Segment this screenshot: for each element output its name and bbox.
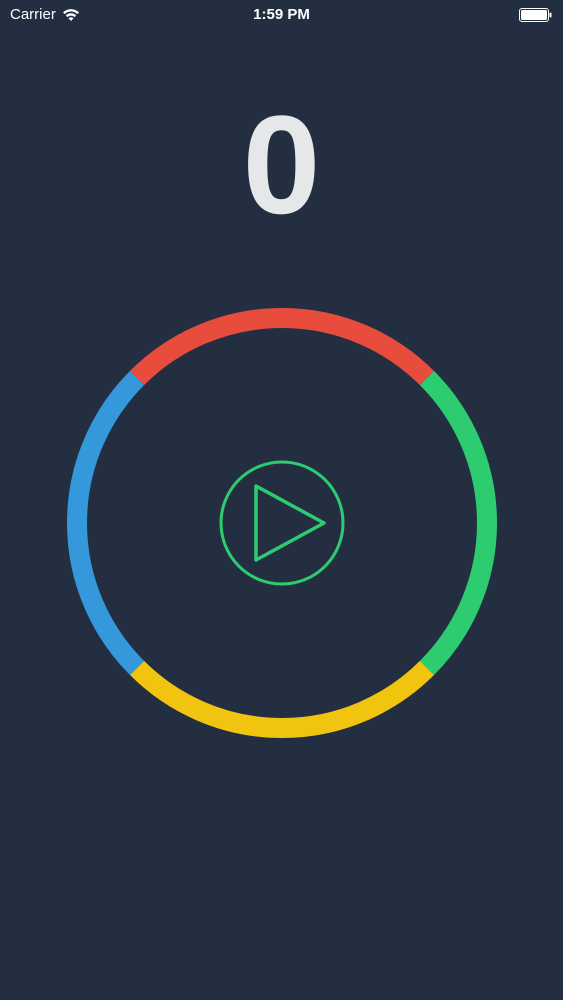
battery-icon — [519, 8, 553, 22]
ring-segments — [67, 308, 497, 738]
ring-segment-red — [129, 308, 435, 386]
score-display: 0 — [242, 86, 321, 243]
play-icon — [254, 484, 326, 562]
status-bar: Carrier 1:59 PM — [0, 0, 563, 30]
ring-segment-blue — [67, 370, 145, 676]
ring-svg — [67, 308, 497, 738]
color-ring — [62, 303, 502, 743]
ring-segment-green — [419, 370, 497, 676]
ring-segment-yellow — [129, 660, 435, 738]
play-button[interactable] — [219, 460, 345, 586]
status-time: 1:59 PM — [253, 6, 310, 23]
